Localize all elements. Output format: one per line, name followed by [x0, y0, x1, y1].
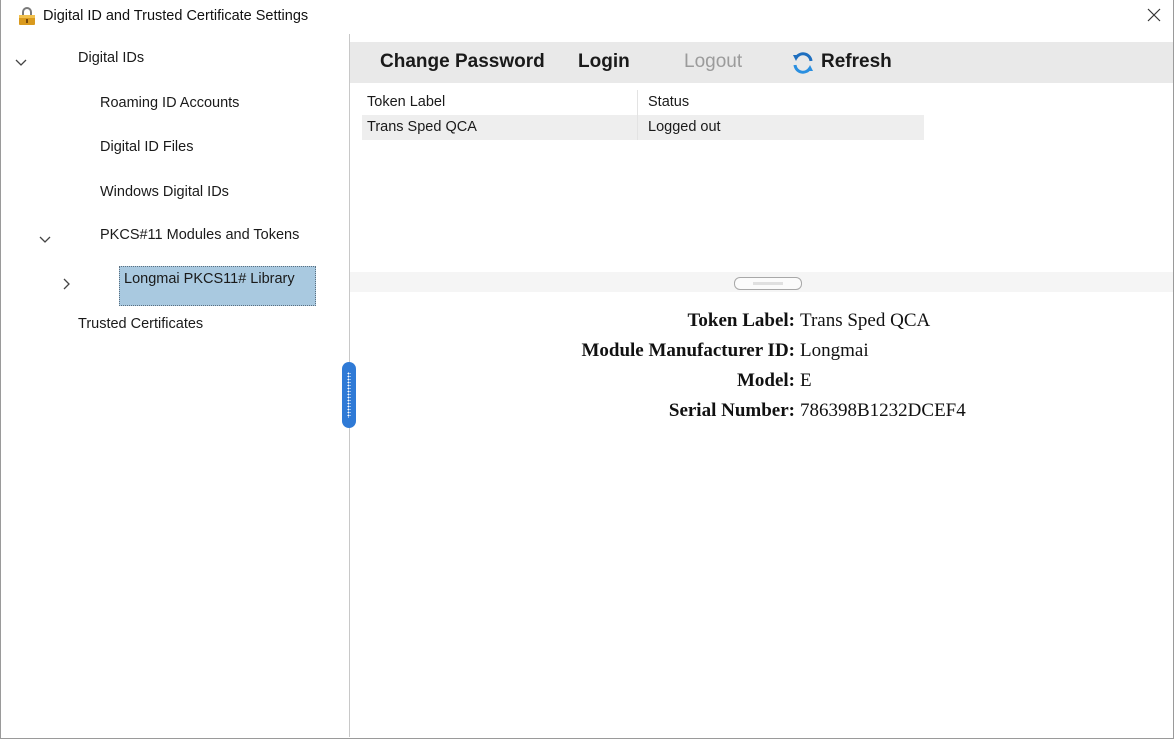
tree-item-roaming-id-accounts[interactable]: Roaming ID Accounts [100, 95, 239, 111]
detail-label: Serial Number: [668, 400, 795, 421]
detail-row-serial-number: Serial Number: 786398B1232DCEF4 [350, 400, 1173, 426]
sidebar-tree: Digital IDs Roaming ID Accounts Digital … [1, 34, 350, 737]
chevron-down-icon[interactable] [37, 232, 53, 248]
detail-row-manufacturer-id: Module Manufacturer ID: Longmai [350, 340, 1173, 366]
table-row[interactable]: Trans Sped QCA Logged out [362, 115, 924, 140]
window-title: Digital ID and Trusted Certificate Setti… [43, 8, 309, 24]
detail-label: Module Manufacturer ID: [581, 340, 795, 361]
refresh-button[interactable]: Refresh [821, 51, 892, 73]
detail-label: Token Label: [687, 310, 795, 331]
detail-row-token-label: Token Label: Trans Sped QCA [350, 310, 1173, 336]
close-icon [1147, 8, 1161, 22]
tree-item-trusted-certificates[interactable]: Trusted Certificates [78, 316, 203, 332]
tree-item-pkcs11-modules[interactable]: PKCS#11 Modules and Tokens [100, 227, 299, 243]
status-cell: Logged out [648, 119, 721, 135]
logout-button[interactable]: Logout [684, 51, 742, 73]
tree-item-digital-ids[interactable]: Digital IDs [78, 50, 144, 66]
tree-item-windows-digital-ids[interactable]: Windows Digital IDs [100, 184, 229, 200]
chevron-down-icon[interactable] [13, 55, 29, 71]
lock-icon [19, 7, 35, 25]
detail-label: Model: [736, 370, 795, 391]
column-header-token-label[interactable]: Token Label [367, 94, 445, 110]
table-header: Token Label Status [362, 90, 924, 115]
chevron-right-icon[interactable] [59, 276, 75, 292]
detail-value: Trans Sped QCA [800, 310, 931, 331]
title-bar: Digital ID and Trusted Certificate Setti… [1, 0, 1173, 34]
tree-item-longmai-library[interactable]: Longmai PKCS11# Library [119, 266, 316, 306]
detail-value: 786398B1232DCEF4 [800, 400, 966, 421]
token-label-cell: Trans Sped QCA [367, 119, 477, 135]
column-divider [637, 90, 638, 140]
horizontal-splitter-bar [350, 272, 1173, 292]
settings-window: Digital ID and Trusted Certificate Setti… [0, 0, 1174, 739]
close-button[interactable] [1143, 4, 1165, 26]
change-password-button[interactable]: Change Password [380, 51, 545, 73]
main-pane: Change Password Login Logout Refresh Tok… [350, 34, 1173, 737]
detail-row-model: Model: E [350, 370, 1173, 396]
detail-value: Longmai [800, 340, 869, 361]
column-header-status[interactable]: Status [648, 94, 689, 110]
tree-item-digital-id-files[interactable]: Digital ID Files [100, 139, 193, 155]
grip-icon [753, 282, 783, 285]
token-table: Token Label Status Trans Sped QCA Logged… [362, 90, 924, 140]
login-button[interactable]: Login [578, 51, 630, 73]
horizontal-splitter-handle[interactable] [734, 277, 802, 290]
detail-value: E [800, 370, 812, 391]
refresh-icon[interactable] [791, 51, 815, 75]
toolbar: Change Password Login Logout Refresh [350, 42, 1173, 83]
